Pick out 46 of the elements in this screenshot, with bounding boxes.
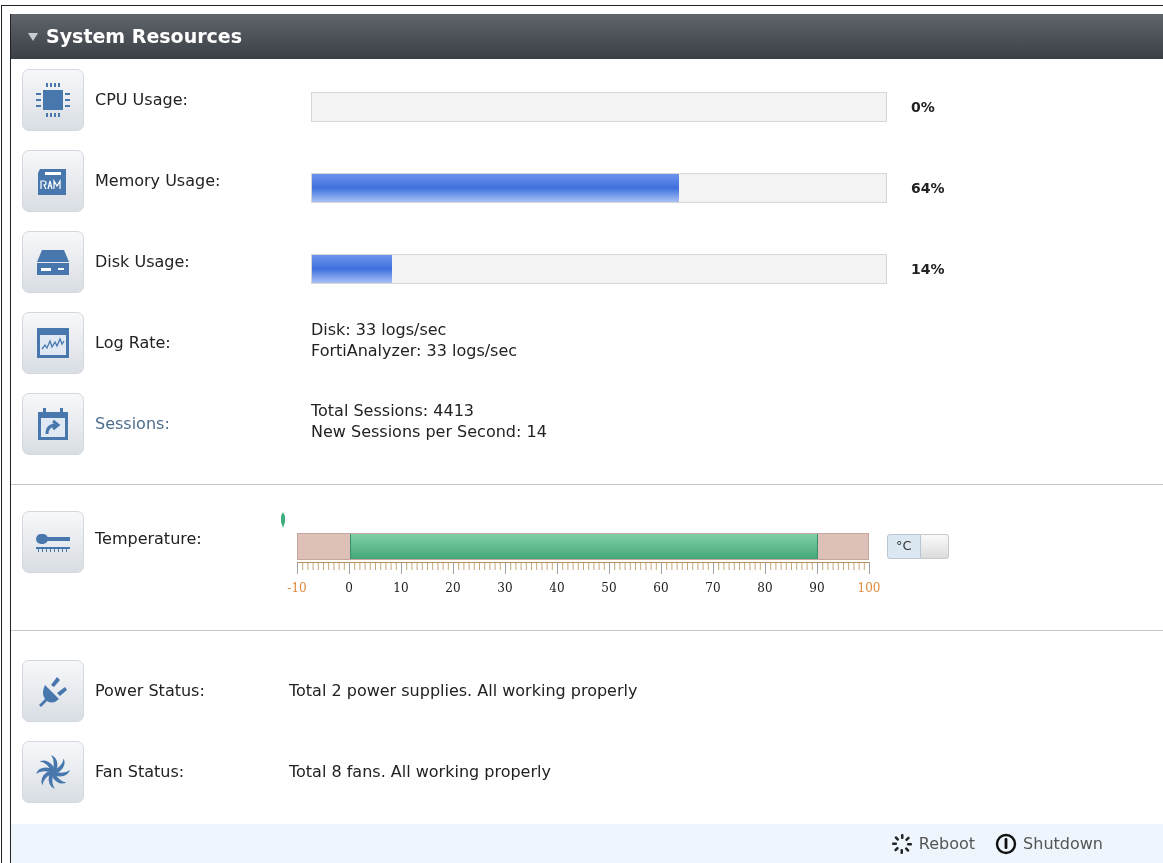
row-label: Disk Usage:	[94, 251, 191, 273]
scale-label: 70	[705, 579, 721, 597]
scale-label: 40	[549, 579, 565, 597]
usage-percent: 0%	[911, 97, 935, 117]
scale-label: 50	[601, 579, 617, 597]
scale-label: 20	[445, 579, 461, 597]
row-label: Log Rate:	[94, 332, 172, 354]
scale-label: -10	[287, 579, 307, 597]
stat-line: Total Sessions: 4413	[311, 400, 476, 421]
usage-percent: 14%	[911, 259, 945, 279]
row-label: Fan Status:	[94, 761, 186, 783]
stat-line: New Sessions per Second: 14	[311, 421, 547, 442]
toggle-knob[interactable]	[920, 533, 949, 559]
collapse-icon[interactable]	[27, 31, 39, 42]
shutdown-button[interactable]: Shutdown	[995, 831, 1103, 856]
scale-label: 30	[497, 579, 513, 597]
temperature-pointer-icon	[279, 511, 287, 528]
row-label: Temperature:	[94, 528, 203, 550]
chip-icon	[22, 69, 84, 131]
usage-percent: 64%	[911, 178, 945, 198]
unit-toggle[interactable]: °C	[887, 533, 921, 559]
ram-card-icon	[22, 150, 84, 212]
panel-title: System Resources	[46, 24, 242, 50]
stat-line: Disk: 33 logs/sec	[311, 319, 448, 340]
scale-label: 100	[857, 579, 881, 597]
fan-icon	[22, 741, 84, 803]
row-label: Memory Usage:	[94, 170, 222, 192]
scale-label: 90	[809, 579, 825, 597]
power-icon	[995, 832, 1018, 855]
plug-icon	[22, 660, 84, 722]
scale-label: 10	[393, 579, 409, 597]
activity-window-icon	[22, 312, 84, 374]
stat-line: FortiAnalyzer: 33 logs/sec	[311, 340, 518, 361]
status-text: Total 8 fans. All working properly	[289, 761, 551, 783]
scale-label: 80	[757, 579, 773, 597]
status-text: Total 2 power supplies. All working properly	[289, 680, 638, 702]
scale-label: 0	[345, 579, 353, 597]
thermometer-icon	[22, 511, 84, 573]
row-label: CPU Usage:	[94, 89, 189, 111]
row-label[interactable]: Sessions:	[84, 412, 311, 436]
scale-label: 60	[653, 579, 669, 597]
hard-drive-icon	[22, 231, 84, 293]
panel-header[interactable]: System Resources	[11, 14, 1163, 59]
reboot-button[interactable]: Reboot	[890, 831, 976, 856]
row-label: Power Status:	[94, 680, 206, 702]
loading-spinner-icon	[890, 832, 913, 855]
